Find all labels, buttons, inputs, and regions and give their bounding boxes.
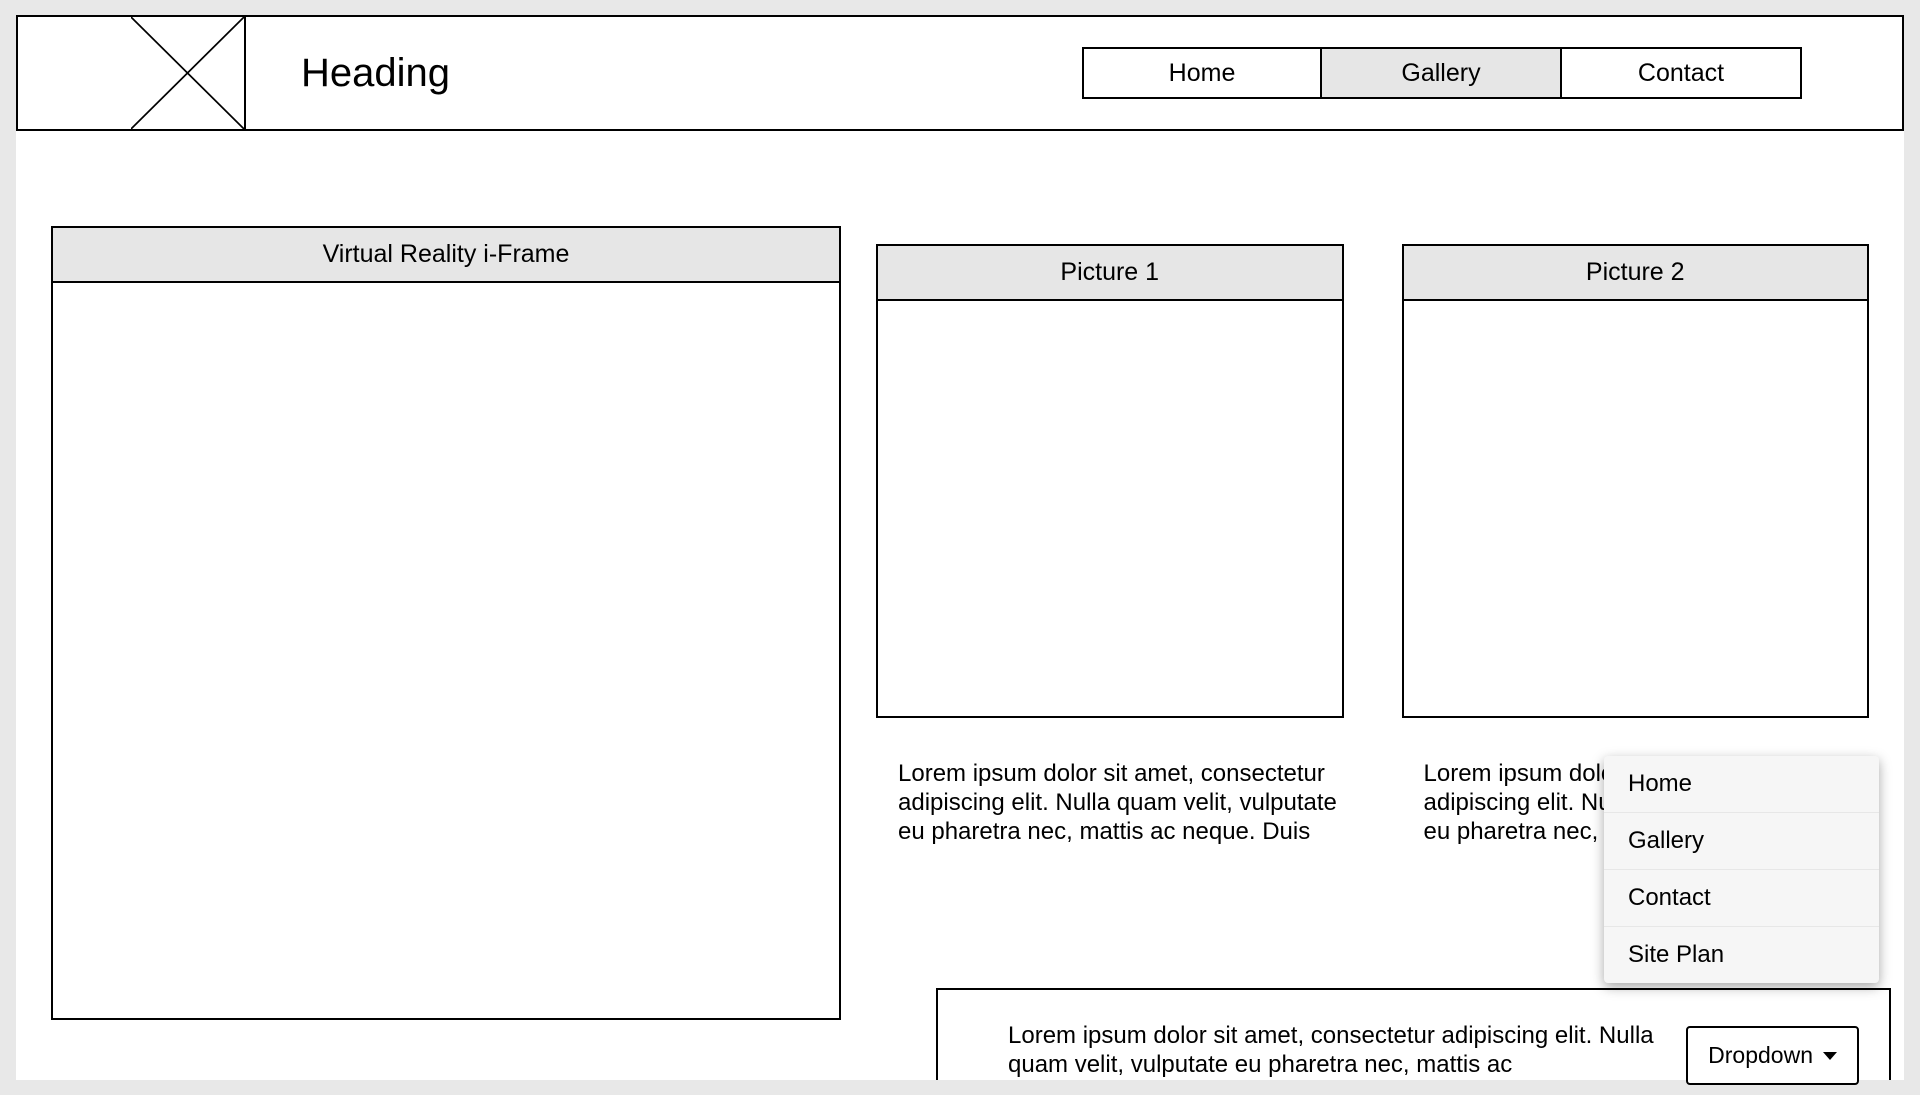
- dropdown-menu: Home Gallery Contact Site Plan: [1604, 756, 1879, 983]
- picture-1-caption: Lorem ipsum dolor sit amet, consectetur …: [876, 718, 1344, 846]
- dropdown-option-site-plan[interactable]: Site Plan: [1604, 926, 1879, 983]
- primary-nav: Home Gallery Contact: [1082, 47, 1802, 99]
- picture-2-body: [1404, 301, 1868, 716]
- page: Heading Home Gallery Contact Virtual Rea…: [16, 15, 1904, 1080]
- vr-iframe-panel: Virtual Reality i-Frame: [51, 226, 841, 1020]
- nav-home[interactable]: Home: [1082, 47, 1322, 99]
- vr-iframe-body[interactable]: [53, 283, 839, 1018]
- nav-gallery[interactable]: Gallery: [1322, 47, 1562, 99]
- page-title: Heading: [301, 51, 1082, 96]
- picture-1-body: [878, 301, 1342, 716]
- picture-1-title: Picture 1: [878, 246, 1342, 301]
- picture-2-frame: Picture 2: [1402, 244, 1870, 718]
- picture-1-frame: Picture 1: [876, 244, 1344, 718]
- dropdown-button-label: Dropdown: [1708, 1042, 1813, 1069]
- picture-2-title: Picture 2: [1404, 246, 1868, 301]
- image-placeholder-icon: [131, 17, 244, 129]
- dropdown-option-gallery[interactable]: Gallery: [1604, 812, 1879, 869]
- bottom-panel: Lorem ipsum dolor sit amet, consectetur …: [936, 988, 1891, 1080]
- header-bar: Heading Home Gallery Contact: [16, 15, 1904, 131]
- bottom-panel-text: Lorem ipsum dolor sit amet, consectetur …: [1008, 1022, 1666, 1080]
- dropdown-button[interactable]: Dropdown: [1686, 1026, 1859, 1085]
- left-column: Virtual Reality i-Frame: [51, 226, 841, 1020]
- caret-down-icon: [1823, 1052, 1837, 1060]
- picture-1-column: Picture 1 Lorem ipsum dolor sit amet, co…: [876, 244, 1344, 846]
- dropdown-option-contact[interactable]: Contact: [1604, 869, 1879, 926]
- vr-iframe-title: Virtual Reality i-Frame: [53, 228, 839, 283]
- nav-contact[interactable]: Contact: [1562, 47, 1802, 99]
- logo-placeholder: [131, 17, 246, 129]
- dropdown-option-home[interactable]: Home: [1604, 756, 1879, 812]
